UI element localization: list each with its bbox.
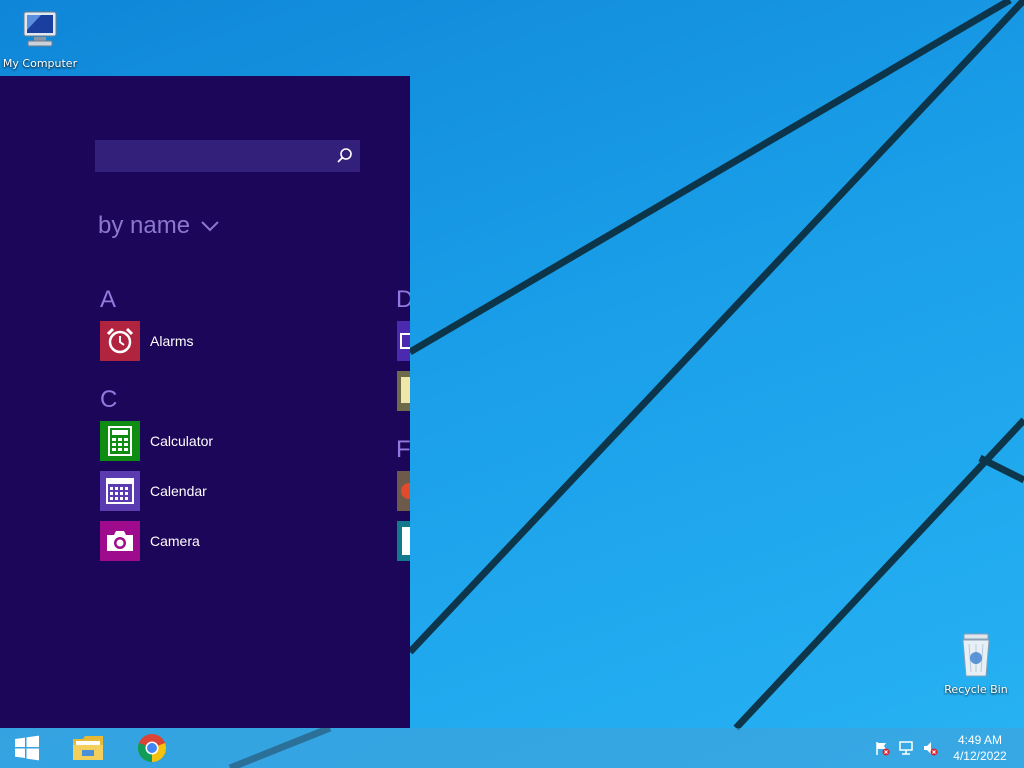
app-label: Camera — [150, 533, 200, 549]
taskbar-file-explorer[interactable] — [60, 728, 116, 768]
app-tile — [100, 321, 140, 361]
volume-muted-icon[interactable] — [922, 740, 938, 756]
search-box[interactable] — [95, 140, 360, 172]
alarm-clock-icon — [106, 327, 134, 354]
desktop-icon-label: My Computer — [2, 57, 78, 70]
app-tile-partial[interactable] — [397, 321, 410, 361]
taskbar-chrome[interactable] — [124, 728, 180, 768]
search-icon[interactable] — [336, 147, 354, 165]
app-tile-partial[interactable] — [397, 471, 410, 511]
clock-time: 4:49 AM — [957, 733, 1003, 747]
group-header-c[interactable]: C — [100, 386, 117, 414]
chrome-icon — [137, 734, 167, 762]
app-item-calendar[interactable]: Calendar — [100, 471, 207, 511]
app-item-alarms[interactable]: Alarms — [100, 321, 194, 361]
recycle-bin-icon — [962, 633, 990, 677]
app-tile-partial[interactable] — [397, 521, 410, 561]
computer-icon — [23, 11, 57, 47]
folder-icon — [73, 736, 103, 760]
app-label: Alarms — [150, 333, 194, 349]
calculator-icon — [108, 426, 132, 456]
group-header-a[interactable]: A — [100, 286, 116, 314]
app-tile-partial[interactable] — [397, 371, 410, 411]
group-header-d[interactable]: D — [396, 286, 410, 314]
taskbar-clock[interactable]: 4:49 AM 4/12/2022 — [940, 732, 1020, 764]
group-header-f[interactable]: F — [396, 436, 410, 464]
clock-date: 4/12/2022 — [953, 749, 1007, 763]
sort-label: by name — [98, 212, 191, 239]
app-tile — [100, 421, 140, 461]
calendar-icon — [106, 478, 134, 504]
start-button[interactable] — [0, 728, 54, 768]
app-tile — [100, 521, 140, 561]
app-item-camera[interactable]: Camera — [100, 521, 200, 561]
app-icon — [401, 483, 410, 499]
start-apps-view: by name A Alarms C Calculator Calendar C… — [0, 76, 410, 728]
app-label: Calendar — [150, 483, 207, 499]
sort-by-dropdown[interactable]: by name — [98, 212, 220, 240]
desktop-icon-recycle-bin[interactable]: Recycle Bin — [936, 632, 1016, 696]
network-icon[interactable] — [898, 740, 914, 756]
taskbar: 4:49 AM 4/12/2022 — [0, 728, 1024, 768]
app-label: Calculator — [150, 433, 214, 449]
app-icon — [401, 377, 410, 403]
app-icon — [402, 527, 410, 555]
app-item-calculator[interactable]: Calculator — [100, 421, 213, 461]
desktop-icon-label: Recycle Bin — [944, 683, 1008, 696]
app-tile — [100, 471, 140, 511]
camera-icon — [107, 531, 133, 551]
desktop-icon-my-computer[interactable]: My Computer — [0, 8, 80, 70]
chevron-down-icon — [201, 221, 219, 232]
search-input[interactable] — [95, 140, 327, 172]
windows-logo-icon — [15, 735, 39, 761]
app-icon — [400, 333, 410, 349]
action-center-flag-icon[interactable] — [874, 740, 890, 756]
